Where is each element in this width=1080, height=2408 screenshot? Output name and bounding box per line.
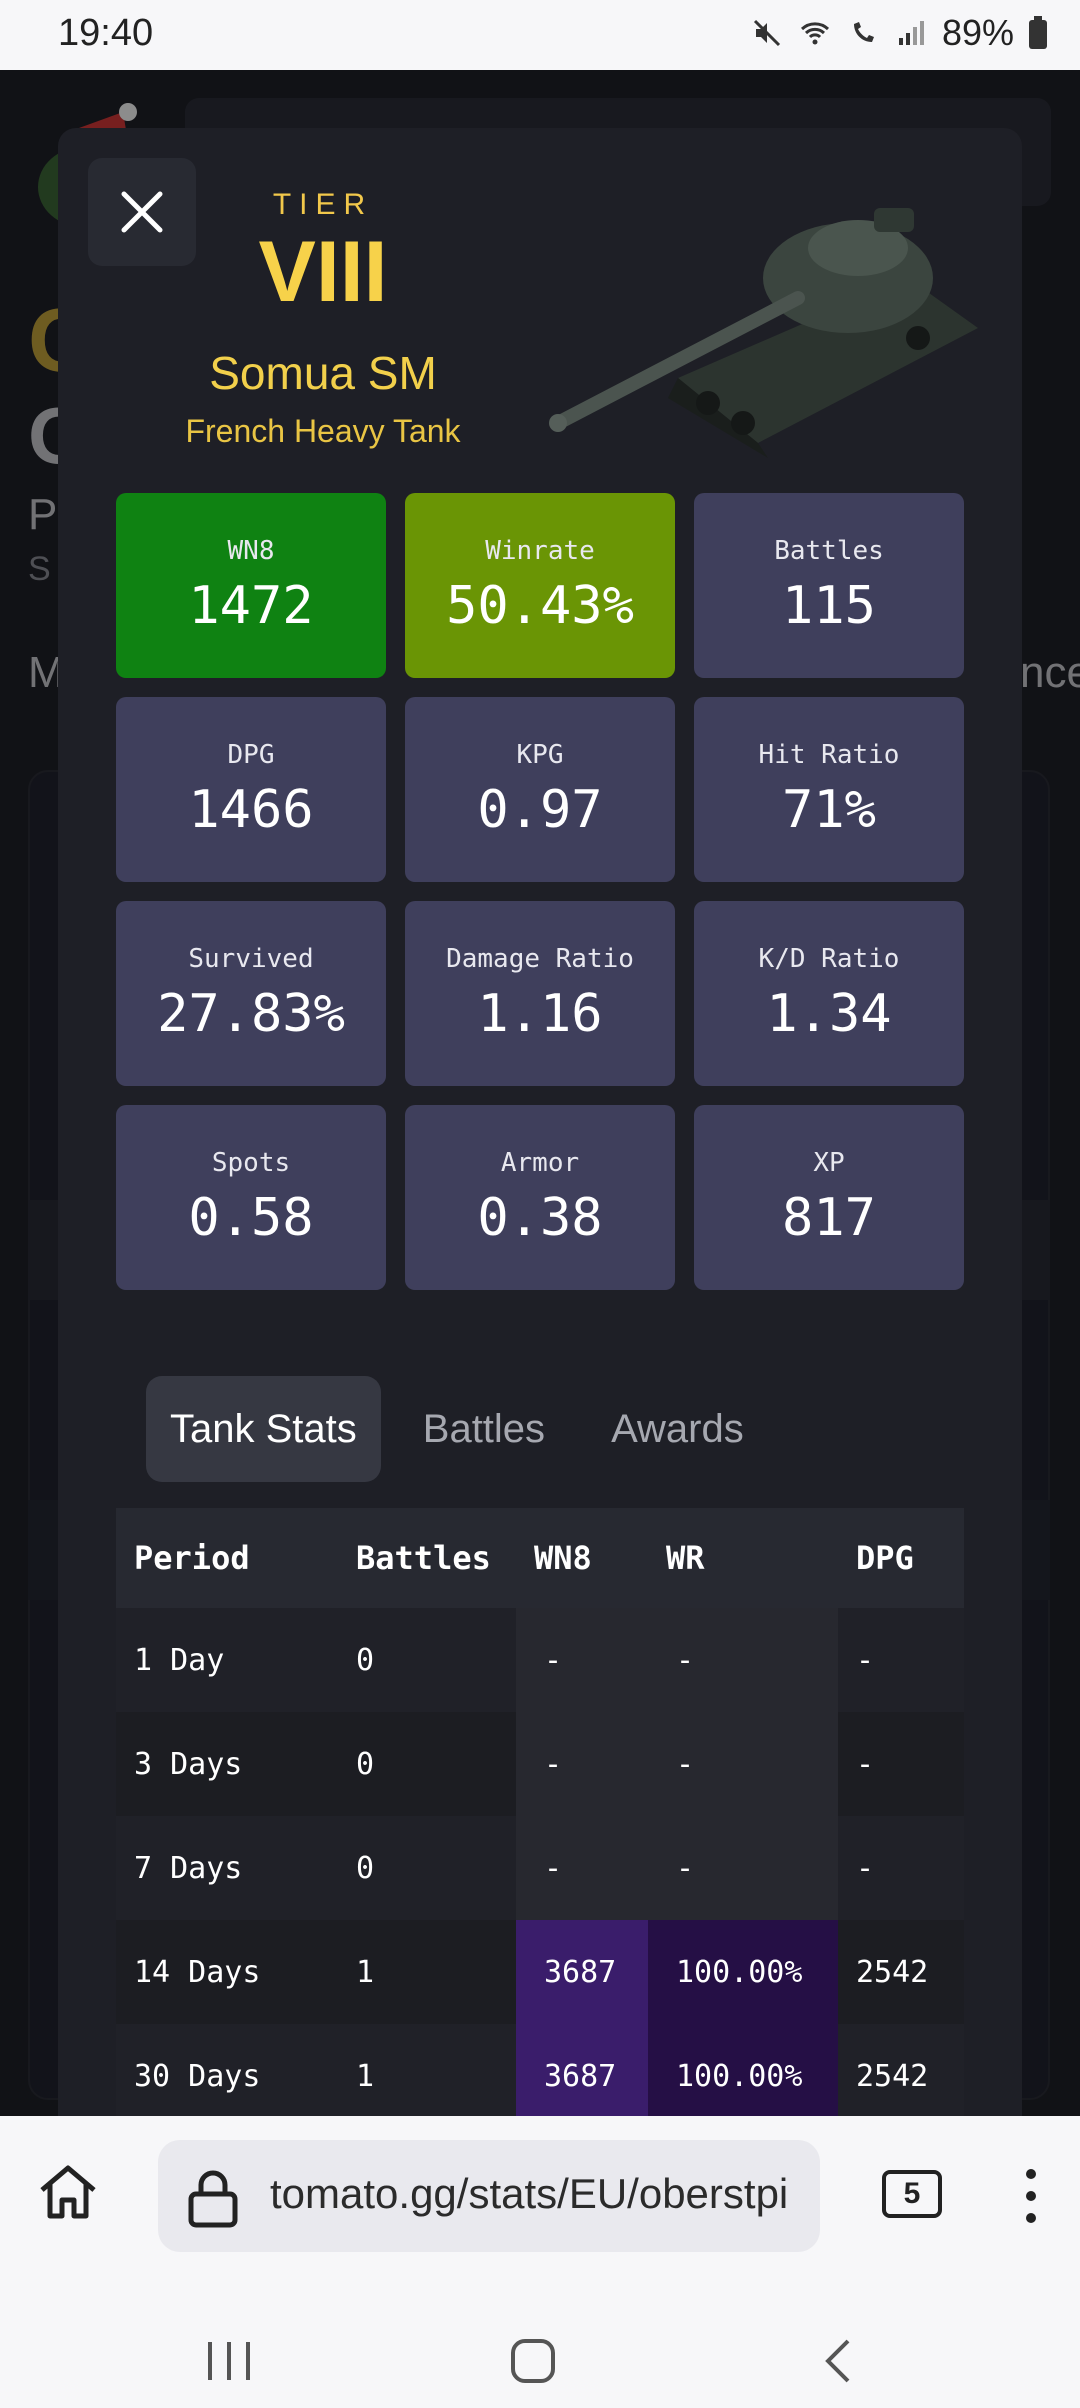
table-row: 1 Day 0 - - - bbox=[116, 1608, 964, 1712]
column-header-wr[interactable]: WR bbox=[648, 1508, 838, 1608]
stats-tabs: Tank Stats Battles Awards bbox=[146, 1376, 768, 1482]
column-header-period[interactable]: Period bbox=[116, 1508, 338, 1608]
back-icon[interactable] bbox=[822, 2338, 852, 2384]
period-stats-table: Period Battles WN8 WR DPG 1 Day 0 - - - … bbox=[116, 1508, 964, 2116]
close-icon bbox=[121, 191, 163, 233]
tank-stats-modal: TIER VIII Somua SM French Heavy Tank WN8… bbox=[58, 128, 1022, 2116]
url-text[interactable]: tomato.gg/stats/EU/oberstpi bbox=[270, 2170, 788, 2218]
wifi-calling-icon bbox=[853, 22, 874, 42]
stat-card-survived: Survived 27.83% bbox=[116, 901, 386, 1086]
stat-card-kpg: KPG 0.97 bbox=[405, 697, 675, 882]
lock-icon[interactable] bbox=[186, 2168, 240, 2228]
home-icon[interactable] bbox=[36, 2160, 100, 2224]
tab-count-button[interactable]: 5 bbox=[882, 2170, 942, 2218]
stat-card-xp: XP 817 bbox=[694, 1105, 964, 1290]
column-header-wn8[interactable]: WN8 bbox=[516, 1508, 648, 1608]
table-row: 30 Days 1 3687 100.00% 2542 bbox=[116, 2024, 964, 2116]
table-row: 14 Days 1 3687 100.00% 2542 bbox=[116, 1920, 964, 2024]
stat-card-kd-ratio: K/D Ratio 1.34 bbox=[694, 901, 964, 1086]
stat-card-hit-ratio: Hit Ratio 71% bbox=[694, 697, 964, 882]
tab-tank-stats[interactable]: Tank Stats bbox=[146, 1376, 381, 1482]
home-nav-icon[interactable] bbox=[510, 2338, 556, 2384]
battery-percent: 89% bbox=[941, 12, 1014, 53]
stats-grid: WN8 1472 Winrate 50.43% Battles 115 DPG 1466… bbox=[116, 493, 964, 1290]
close-button[interactable] bbox=[88, 158, 196, 266]
recent-apps-icon[interactable] bbox=[206, 2340, 252, 2382]
mute-icon bbox=[753, 19, 780, 47]
battery-icon bbox=[1029, 16, 1047, 49]
table-row: 3 Days 0 - - - bbox=[116, 1712, 964, 1816]
wifi-icon bbox=[800, 22, 829, 45]
tier-value: VIII bbox=[258, 224, 388, 320]
stat-card-damage-ratio: Damage Ratio 1.16 bbox=[405, 901, 675, 1086]
signal-icon bbox=[898, 21, 924, 45]
tank-class: French Heavy Tank bbox=[185, 413, 461, 449]
column-header-dpg[interactable]: DPG bbox=[838, 1508, 964, 1608]
stat-card-battles: Battles 115 bbox=[694, 493, 964, 678]
stat-card-armor: Armor 0.38 bbox=[405, 1105, 675, 1290]
system-navigation-bar bbox=[0, 2296, 1080, 2408]
status-bar: 19:40 89% bbox=[0, 0, 1080, 70]
tier-label: TIER bbox=[272, 188, 374, 221]
tab-awards[interactable]: Awards bbox=[587, 1376, 768, 1482]
stat-card-wn8: WN8 1472 bbox=[116, 493, 386, 678]
more-options-icon[interactable] bbox=[1016, 2164, 1046, 2228]
tank-name: Somua SM bbox=[209, 347, 437, 399]
status-time: 19:40 bbox=[58, 12, 154, 54]
address-bar[interactable]: tomato.gg/stats/EU/oberstpi bbox=[158, 2140, 820, 2252]
stat-card-spots: Spots 0.58 bbox=[116, 1105, 386, 1290]
tab-battles[interactable]: Battles bbox=[399, 1376, 569, 1482]
table-row: 7 Days 0 - - - bbox=[116, 1816, 964, 1920]
stat-card-dpg: DPG 1466 bbox=[116, 697, 386, 882]
tank-image bbox=[549, 208, 978, 458]
column-header-battles[interactable]: Battles bbox=[338, 1508, 516, 1608]
stat-card-winrate: Winrate 50.43% bbox=[405, 493, 675, 678]
table-header-row: Period Battles WN8 WR DPG bbox=[116, 1508, 964, 1608]
status-icons: 89% bbox=[750, 12, 1048, 54]
